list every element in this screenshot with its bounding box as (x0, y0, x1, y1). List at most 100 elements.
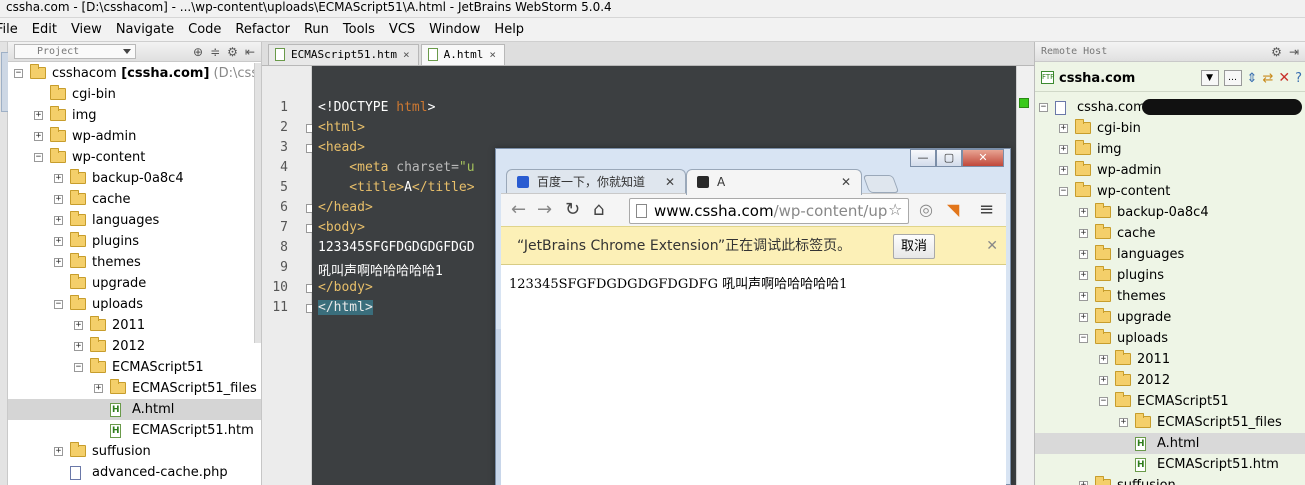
tree-row[interactable]: − csshacom [cssha.com] (D:\csshaco (8, 63, 261, 84)
menu-help[interactable]: Help (487, 22, 531, 37)
gear-icon[interactable]: ⚙ (1271, 45, 1282, 59)
expand-toggle-icon[interactable]: + (1079, 271, 1088, 280)
close-infobar-icon[interactable]: ✕ (986, 227, 998, 265)
tree-row[interactable]: + themes (1035, 286, 1305, 307)
rss-icon[interactable]: ◥ (947, 200, 959, 220)
tree-row[interactable]: ECMAScript51.htm (1035, 454, 1305, 475)
tree-row[interactable]: +2011 (8, 315, 261, 336)
cancel-button[interactable]: 取消 (893, 234, 935, 259)
star-icon[interactable]: ☆ (888, 201, 902, 219)
hide-icon[interactable]: ⇤ (245, 45, 255, 59)
tree-row[interactable]: + languages (8, 210, 261, 231)
tab-baidu[interactable]: 百度一下，你就知道 ✕ (506, 169, 686, 195)
tree-row[interactable]: + languages (1035, 244, 1305, 265)
menu-edit[interactable]: Edit (25, 22, 64, 37)
tree-row[interactable]: − uploads (1035, 328, 1305, 349)
collapse-toggle-icon[interactable]: − (54, 300, 63, 309)
tree-row[interactable]: + suffusion (1035, 475, 1305, 485)
tree-row[interactable]: + img (1035, 139, 1305, 160)
menu-refactor[interactable]: Refactor (228, 22, 297, 37)
tree-row[interactable]: − ECMAScript51 (1035, 391, 1305, 412)
collapse-toggle-icon[interactable]: − (34, 153, 43, 162)
home-icon[interactable]: ⌂ (593, 200, 604, 220)
tree-row[interactable]: + plugins (8, 231, 261, 252)
tree-row[interactable]: + themes (8, 252, 261, 273)
tree-row[interactable]: advanced-cache.php (8, 462, 261, 483)
new-tab-button[interactable] (862, 175, 900, 193)
menu-file[interactable]: File (0, 22, 25, 37)
expand-toggle-icon[interactable]: + (1079, 208, 1088, 217)
forward-icon[interactable]: → (537, 200, 552, 220)
menu-run[interactable]: Run (297, 22, 336, 37)
hide-icon[interactable]: ⇥ (1289, 45, 1299, 59)
expand-toggle-icon[interactable]: + (1059, 166, 1068, 175)
tab-a[interactable]: A ✕ (686, 169, 862, 195)
tree-row[interactable]: + ECMAScript51_files (1035, 412, 1305, 433)
tree-row[interactable]: + upgrade (1035, 307, 1305, 328)
menu-icon[interactable]: ≡ (979, 200, 994, 220)
menu-view[interactable]: View (64, 22, 109, 37)
tree-row[interactable]: + suffusion (8, 441, 261, 462)
expand-toggle-icon[interactable]: + (1079, 229, 1088, 238)
sync-icon[interactable]: ⇄ (1262, 71, 1273, 86)
expand-toggle-icon[interactable]: + (54, 216, 63, 225)
tree-row[interactable]: upgrade (8, 273, 261, 294)
menu-code[interactable]: Code (181, 22, 228, 37)
reload-icon[interactable]: ↻ (565, 200, 580, 220)
tree-row[interactable]: +2012 (8, 336, 261, 357)
tree-row[interactable]: + backup-0a8c4 (8, 168, 261, 189)
tree-row[interactable]: + backup-0a8c4 (1035, 202, 1305, 223)
tab-ecmascript51[interactable]: ECMAScript51.htm × (268, 44, 419, 65)
expand-toggle-icon[interactable]: + (1099, 376, 1108, 385)
host-more-button[interactable]: … (1223, 70, 1242, 86)
tree-row[interactable]: +2012 (1035, 370, 1305, 391)
close-window-button[interactable]: ✕ (962, 149, 1004, 167)
expand-toggle-icon[interactable]: + (54, 237, 63, 246)
expand-toggle-icon[interactable]: + (74, 342, 83, 351)
tree-row[interactable]: + wp-admin (8, 126, 261, 147)
collapse-icon[interactable]: ≑ (210, 45, 220, 59)
tree-row[interactable]: A.html (1035, 433, 1305, 454)
target-icon[interactable]: ⊕ (193, 45, 203, 59)
expand-toggle-icon[interactable]: + (1059, 145, 1068, 154)
expand-toggle-icon[interactable]: + (54, 258, 63, 267)
collapse-toggle-icon[interactable]: − (74, 363, 83, 372)
expand-toggle-icon[interactable]: + (54, 174, 63, 183)
tree-row[interactable]: + cgi-bin (1035, 118, 1305, 139)
tab-a-html[interactable]: A.html × (420, 44, 505, 65)
gear-icon[interactable]: ⚙ (227, 45, 238, 59)
collapse-toggle-icon[interactable]: − (1059, 187, 1068, 196)
expand-toggle-icon[interactable]: + (94, 384, 103, 393)
tree-row[interactable]: + wp-admin (1035, 160, 1305, 181)
expand-toggle-icon[interactable]: + (54, 195, 63, 204)
tree-row[interactable]: + cache (8, 189, 261, 210)
menu-tools[interactable]: Tools (336, 22, 382, 37)
tree-row[interactable]: + plugins (1035, 265, 1305, 286)
tree-row[interactable]: A.html (8, 399, 261, 420)
delete-icon[interactable]: ✕ (1278, 70, 1290, 86)
tree-row[interactable]: ECMAScript51.htm (8, 420, 261, 441)
menu-vcs[interactable]: VCS (382, 22, 422, 37)
back-icon[interactable]: ← (511, 200, 526, 220)
tree-row[interactable]: − wp-content (8, 147, 261, 168)
expand-toggle-icon[interactable]: + (1119, 418, 1128, 427)
expand-toggle-icon[interactable]: + (54, 447, 63, 456)
expand-toggle-icon[interactable]: + (34, 132, 43, 141)
expand-toggle-icon[interactable]: + (1079, 292, 1088, 301)
expand-toggle-icon[interactable]: + (74, 321, 83, 330)
expand-toggle-icon[interactable]: + (1079, 481, 1088, 485)
address-bar[interactable]: www.cssha.com/wp-content/up (629, 198, 909, 224)
expand-toggle-icon[interactable]: + (1059, 124, 1068, 133)
tree-row[interactable]: − wp-content (1035, 181, 1305, 202)
expand-toggle-icon[interactable]: + (1079, 313, 1088, 322)
menu-navigate[interactable]: Navigate (109, 22, 181, 37)
collapse-icon[interactable]: ⇕ (1247, 71, 1258, 86)
collapse-toggle-icon[interactable]: − (1039, 103, 1048, 112)
collapse-toggle-icon[interactable]: − (14, 69, 23, 78)
expand-toggle-icon[interactable]: + (34, 111, 43, 120)
collapse-toggle-icon[interactable]: − (1099, 397, 1108, 406)
tree-row[interactable]: − ECMAScript51 (8, 357, 261, 378)
close-tab-icon[interactable]: ✕ (841, 170, 851, 194)
help-icon[interactable]: ? (1295, 71, 1302, 86)
status-ok-icon[interactable] (1019, 98, 1029, 108)
